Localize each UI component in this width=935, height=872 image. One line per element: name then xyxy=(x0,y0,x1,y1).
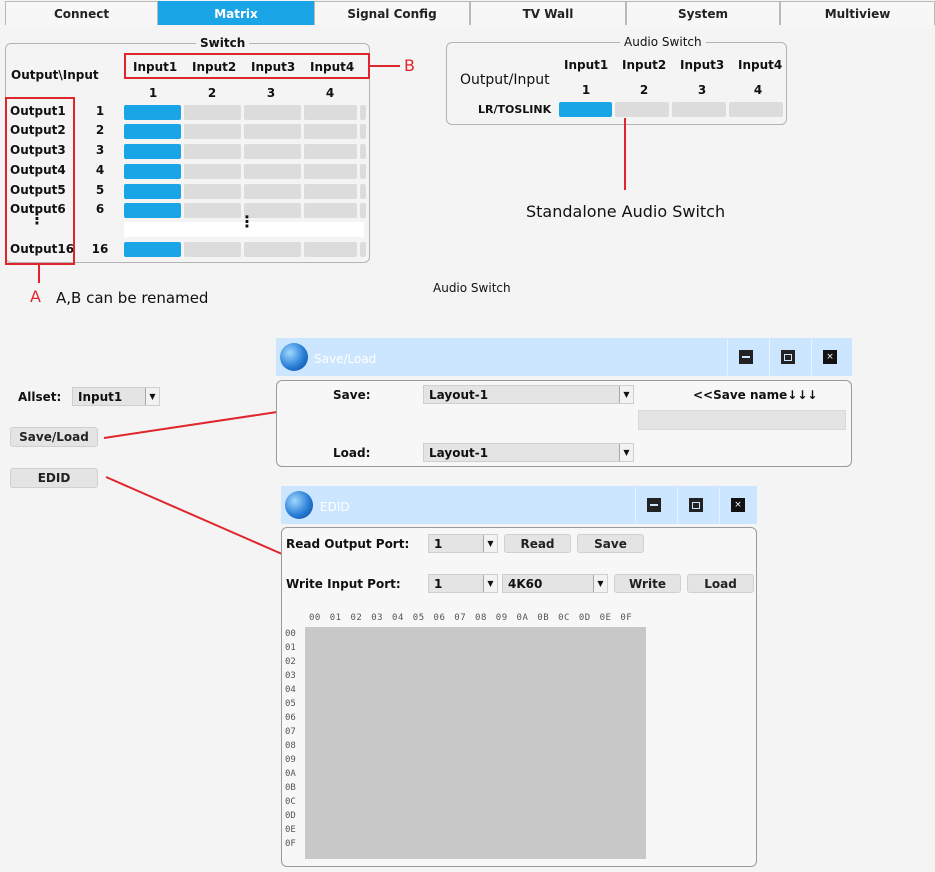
load-button[interactable]: Load xyxy=(687,574,754,593)
maximize-icon xyxy=(689,498,703,512)
chevron-down-icon: ▼ xyxy=(619,444,633,461)
edid-window-title: EDID xyxy=(320,500,350,514)
globe-icon xyxy=(285,491,313,519)
edid-hex-grid[interactable] xyxy=(305,627,646,859)
read-port-select[interactable]: 1 ▼ xyxy=(428,534,498,553)
close-button[interactable]: × xyxy=(811,339,848,375)
read-output-port-label: Read Output Port: xyxy=(286,537,410,551)
read-button[interactable]: Read xyxy=(504,534,571,553)
edid-row-header: 0C xyxy=(285,797,296,807)
chevron-down-icon: ▼ xyxy=(483,535,497,552)
edid-row-header: 0B xyxy=(285,783,296,793)
connector-save-load xyxy=(103,411,278,439)
chevron-down-icon: ▼ xyxy=(593,575,607,592)
load-button-label: Load xyxy=(704,576,737,591)
edid-row-header: 06 xyxy=(285,713,296,723)
close-button[interactable]: × xyxy=(719,487,756,523)
close-icon: × xyxy=(731,498,745,512)
save-select-value: Layout-1 xyxy=(429,387,489,402)
maximize-button[interactable] xyxy=(677,487,714,523)
edid-row-header: 01 xyxy=(285,643,296,653)
edid-row-header: 0E xyxy=(285,825,296,835)
maximize-icon xyxy=(781,350,795,364)
edid-row-header: 0A xyxy=(285,769,296,779)
save-load-window-title: Save/Load xyxy=(314,352,377,366)
load-label: Load: xyxy=(333,446,371,460)
save-select[interactable]: Layout-1 ▼ xyxy=(423,385,634,404)
edid-column-headers: 00 01 02 03 04 05 06 07 08 09 0A 0B 0C 0… xyxy=(309,613,633,623)
edid-row-header: 02 xyxy=(285,657,296,667)
save-label: Save: xyxy=(333,388,371,402)
write-format-value: 4K60 xyxy=(508,576,543,591)
minimize-icon xyxy=(739,350,753,364)
minimize-button[interactable] xyxy=(635,487,672,523)
minimize-icon xyxy=(647,498,661,512)
write-port-value: 1 xyxy=(434,576,443,591)
minimize-button[interactable] xyxy=(727,339,764,375)
edid-save-button[interactable]: Save xyxy=(577,534,644,553)
maximize-button[interactable] xyxy=(769,339,806,375)
edid-row-header: 08 xyxy=(285,741,296,751)
edid-row-header: 09 xyxy=(285,755,296,765)
load-select[interactable]: Layout-1 ▼ xyxy=(423,443,634,462)
read-port-value: 1 xyxy=(434,536,443,551)
save-name-input[interactable] xyxy=(638,410,846,430)
close-icon: × xyxy=(823,350,837,364)
edid-row-header: 0D xyxy=(285,811,296,821)
write-format-select[interactable]: 4K60 ▼ xyxy=(502,574,608,593)
write-input-port-label: Write Input Port: xyxy=(286,577,401,591)
edid-row-header: 0F xyxy=(285,839,296,849)
edid-row-header: 04 xyxy=(285,685,296,695)
read-button-label: Read xyxy=(520,536,555,551)
chevron-down-icon: ▼ xyxy=(483,575,497,592)
globe-icon xyxy=(280,343,308,371)
write-port-select[interactable]: 1 ▼ xyxy=(428,574,498,593)
connector-edid xyxy=(105,476,283,555)
edid-save-button-label: Save xyxy=(594,536,627,551)
write-button[interactable]: Write xyxy=(614,574,681,593)
write-button-label: Write xyxy=(629,576,666,591)
save-name-hint: <<Save name↓↓↓ xyxy=(693,388,818,402)
chevron-down-icon: ▼ xyxy=(619,386,633,403)
edid-row-header: 00 xyxy=(285,629,296,639)
edid-row-header: 03 xyxy=(285,671,296,681)
edid-row-header: 05 xyxy=(285,699,296,709)
load-select-value: Layout-1 xyxy=(429,445,489,460)
edid-row-header: 07 xyxy=(285,727,296,737)
